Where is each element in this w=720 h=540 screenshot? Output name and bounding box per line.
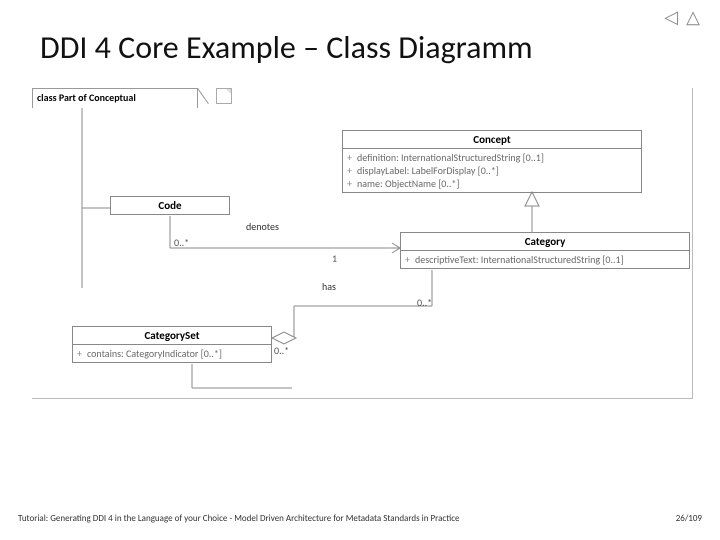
next-icon[interactable]: △: [686, 6, 702, 28]
class-category-name: Category: [401, 233, 689, 251]
assoc-has-label: has: [322, 280, 336, 293]
class-category-attrs: +descriptiveText: InternationalStructure…: [401, 251, 689, 268]
page-number: 26/109: [676, 513, 702, 524]
class-categoryset-attrs: +contains: CategoryIndicator [0..*]: [73, 345, 271, 362]
footer-text: Tutorial: Generating DDI 4 in the Langua…: [18, 513, 460, 524]
class-concept-attrs: +definition: InternationalStructuredStri…: [343, 149, 641, 192]
mult-contains-end: 0..*: [274, 344, 289, 357]
package-tab-corner: [198, 88, 212, 108]
class-categoryset-name: CategorySet: [73, 327, 271, 345]
assoc-denotes-label: denotes: [246, 220, 279, 233]
class-concept: Concept +definition: InternationalStruct…: [342, 130, 642, 193]
class-code-name: Code: [111, 197, 229, 214]
slide-footer: Tutorial: Generating DDI 4 in the Langua…: [18, 513, 702, 524]
mult-has-category: 0..*: [417, 296, 432, 309]
slide-title: DDI 4 Core Example – Class Diagramm: [40, 28, 533, 67]
slide-nav[interactable]: ◁ △: [664, 6, 702, 28]
mult-denotes-category: 1: [332, 252, 337, 265]
diagram-frame: class Part of Conceptual Concept +defini…: [32, 88, 693, 399]
mult-denotes-code: 0..*: [174, 236, 189, 249]
class-concept-name: Concept: [343, 131, 641, 149]
uml-note-icon: [216, 88, 232, 104]
class-category: Category +descriptiveText: International…: [400, 232, 690, 269]
package-tab: class Part of Conceptual: [32, 88, 198, 108]
class-categoryset: CategorySet +contains: CategoryIndicator…: [72, 326, 272, 363]
class-code: Code: [110, 196, 230, 215]
prev-icon[interactable]: ◁: [664, 6, 680, 28]
